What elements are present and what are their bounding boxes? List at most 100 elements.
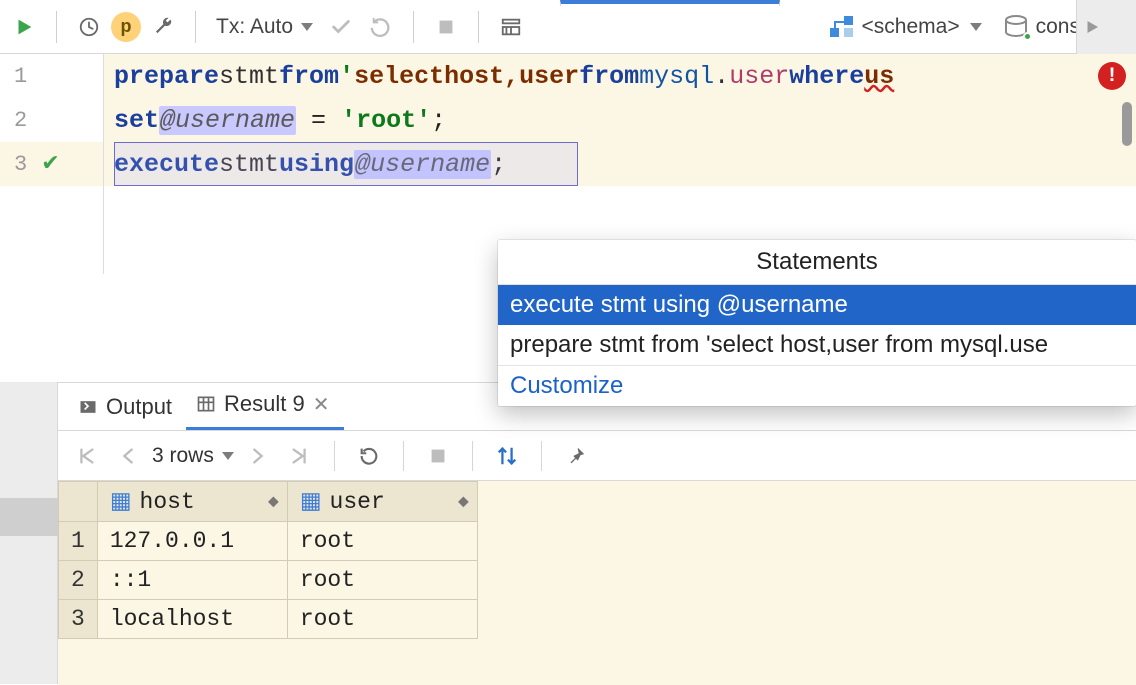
schema-picker[interactable]: <schema>	[830, 15, 982, 39]
separator	[478, 11, 479, 43]
popup-title: Statements	[498, 240, 1136, 285]
result-grid[interactable]: ▦ host ◆ ▦ user ◆ 1 127.0.0.1 root 2 ::1 r…	[58, 481, 1136, 685]
gutter-line[interactable]: 3 ✔	[0, 142, 103, 186]
tok: host	[444, 62, 504, 91]
next-page-button[interactable]	[240, 438, 276, 474]
table-row[interactable]: 3 localhost root	[59, 600, 478, 639]
corner-cell[interactable]	[59, 482, 98, 522]
console-icon	[1004, 15, 1030, 39]
column-header-host[interactable]: ▦ host ◆	[97, 482, 287, 522]
cell-user[interactable]: root	[287, 561, 477, 600]
compare-button[interactable]	[489, 438, 525, 474]
rollback-button[interactable]	[363, 9, 399, 45]
column-label: host	[140, 489, 195, 515]
tok: us	[864, 62, 894, 91]
schema-icon	[830, 16, 856, 38]
tok: prepare	[114, 62, 219, 91]
close-icon[interactable]: ✕	[313, 392, 330, 417]
error-indicator-icon[interactable]: !	[1098, 62, 1126, 90]
separator	[195, 11, 196, 43]
cell-host[interactable]: 127.0.0.1	[97, 522, 287, 561]
commit-button[interactable]	[323, 9, 359, 45]
separator	[403, 441, 404, 471]
row-number: 3	[59, 600, 98, 639]
tok: select	[354, 62, 444, 91]
tab-label: Result 9	[224, 391, 305, 417]
tok: user	[519, 62, 579, 91]
tok: '	[339, 62, 354, 91]
tok: where	[789, 62, 864, 91]
table-header-row: ▦ host ◆ ▦ user ◆	[59, 482, 478, 522]
playground-badge[interactable]: p	[111, 12, 141, 42]
tok: ,	[504, 62, 519, 91]
separator	[56, 11, 57, 43]
schema-label: <schema>	[862, 15, 960, 39]
tok: user	[729, 62, 789, 91]
reload-button[interactable]	[351, 438, 387, 474]
first-page-button[interactable]	[68, 438, 104, 474]
sort-icon[interactable]: ◆	[458, 493, 469, 510]
tool-window-stripe-mark[interactable]	[0, 498, 58, 536]
popup-customize-link[interactable]: Customize	[498, 365, 1136, 406]
cancel-query-button[interactable]	[420, 438, 456, 474]
column-label: user	[330, 489, 385, 515]
statements-popup: Statements execute stmt using @username …	[498, 240, 1136, 406]
editor-gutter: 1 2 3 ✔	[0, 54, 104, 274]
scrollbar-thumb[interactable]	[1122, 102, 1132, 146]
separator	[541, 441, 542, 471]
stop-button[interactable]	[428, 9, 464, 45]
play-overflow-icon[interactable]	[1083, 18, 1101, 36]
pin-button[interactable]	[558, 438, 594, 474]
tok: .	[714, 62, 729, 91]
rows-dropdown[interactable]: 3 rows	[152, 444, 234, 468]
settings-wrench-button[interactable]	[145, 9, 181, 45]
chevron-down-icon	[970, 23, 982, 31]
code-line[interactable]: prepare stmt from 'select host,user from…	[104, 54, 1136, 98]
column-icon: ▦	[300, 489, 322, 515]
popup-item[interactable]: execute stmt using @username	[498, 285, 1136, 325]
tok: ;	[431, 106, 446, 135]
tok: stmt	[219, 150, 279, 179]
tx-mode-dropdown[interactable]: Tx: Auto	[210, 15, 319, 39]
chevron-down-icon	[222, 452, 234, 460]
cell-user[interactable]: root	[287, 522, 477, 561]
tok: using	[279, 150, 354, 179]
table-row[interactable]: 2 ::1 root	[59, 561, 478, 600]
cell-host[interactable]: ::1	[97, 561, 287, 600]
separator	[334, 441, 335, 471]
last-page-button[interactable]	[282, 438, 318, 474]
row-number: 1	[59, 522, 98, 561]
tok: =	[296, 106, 341, 135]
table-icon	[196, 394, 216, 414]
code-line[interactable]: set @username = 'root';	[104, 98, 1136, 142]
tok: set	[114, 106, 159, 135]
table-row[interactable]: 1 127.0.0.1 root	[59, 522, 478, 561]
output-panel: Output Result 9 ✕ 3 rows ▦hos	[58, 382, 1136, 684]
gutter-line[interactable]: 2	[0, 98, 103, 142]
chevron-down-icon	[301, 23, 313, 31]
right-toolbar-overflow	[1076, 0, 1136, 54]
column-header-user[interactable]: ▦ user ◆	[287, 482, 477, 522]
sort-icon[interactable]: ◆	[268, 493, 279, 510]
cell-host[interactable]: localhost	[97, 600, 287, 639]
tab-result[interactable]: Result 9 ✕	[186, 383, 343, 430]
history-button[interactable]	[71, 9, 107, 45]
tab-output[interactable]: Output	[68, 386, 186, 430]
popup-item[interactable]: prepare stmt from 'select host,user from…	[498, 325, 1136, 365]
row-number: 2	[59, 561, 98, 600]
prev-page-button[interactable]	[110, 438, 146, 474]
tok: 'root'	[341, 106, 431, 135]
rows-label: 3 rows	[152, 444, 214, 468]
line-number: 1	[14, 64, 27, 89]
gutter-line[interactable]: 1	[0, 54, 103, 98]
tok: stmt	[219, 62, 279, 91]
statement-ok-icon: ✔	[41, 151, 59, 177]
console-toolbar: p Tx: Auto <schema> console	[0, 0, 1136, 54]
tok: execute	[114, 150, 219, 179]
tok: ;	[491, 150, 506, 179]
run-button[interactable]	[6, 9, 42, 45]
explain-plan-button[interactable]	[493, 9, 529, 45]
cell-user[interactable]: root	[287, 600, 477, 639]
column-icon: ▦	[110, 489, 132, 515]
code-line[interactable]: execute stmt using @username;	[104, 142, 1136, 186]
